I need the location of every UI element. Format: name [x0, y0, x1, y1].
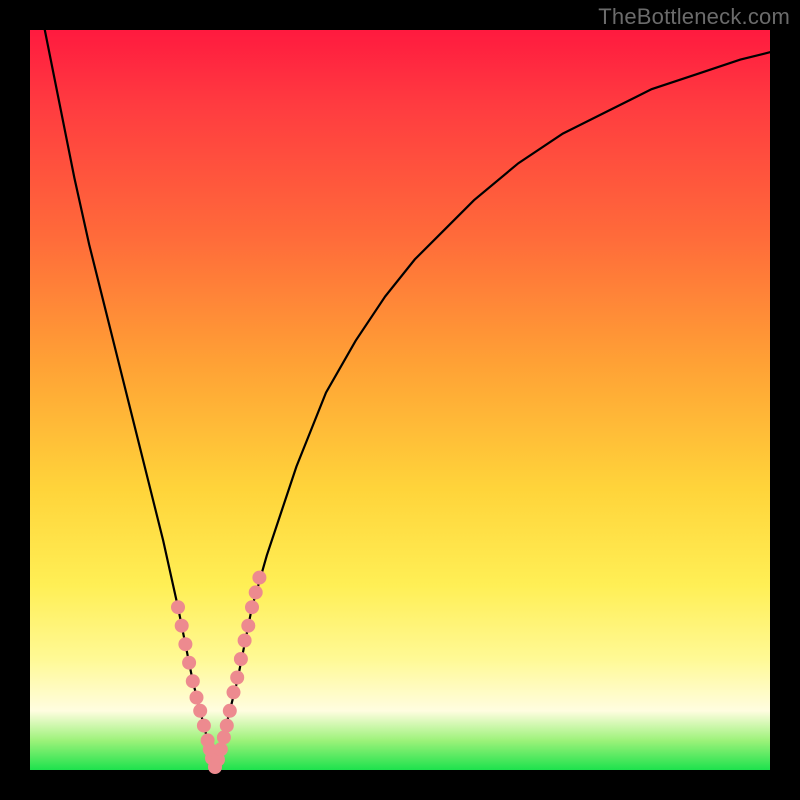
sample-dot — [186, 674, 200, 688]
sample-dot — [214, 742, 228, 756]
sample-dot — [171, 600, 185, 614]
plot-area — [30, 30, 770, 770]
sample-dot — [193, 704, 207, 718]
sample-dot — [223, 704, 237, 718]
sample-dot — [217, 730, 231, 744]
bottleneck-curve — [45, 30, 770, 770]
sample-dot — [197, 719, 211, 733]
sample-dot — [230, 671, 244, 685]
chart-frame: TheBottleneck.com — [0, 0, 800, 800]
sample-dot — [238, 634, 252, 648]
sample-dots-group — [171, 571, 266, 774]
sample-dot — [241, 619, 255, 633]
watermark-text: TheBottleneck.com — [598, 4, 790, 30]
sample-dot — [245, 600, 259, 614]
sample-dot — [234, 652, 248, 666]
sample-dot — [175, 619, 189, 633]
sample-dot — [220, 719, 234, 733]
sample-dot — [182, 656, 196, 670]
sample-dot — [190, 691, 204, 705]
sample-dot — [249, 585, 263, 599]
sample-dot — [178, 637, 192, 651]
chart-svg — [30, 30, 770, 770]
sample-dot — [252, 571, 266, 585]
sample-dot — [227, 685, 241, 699]
